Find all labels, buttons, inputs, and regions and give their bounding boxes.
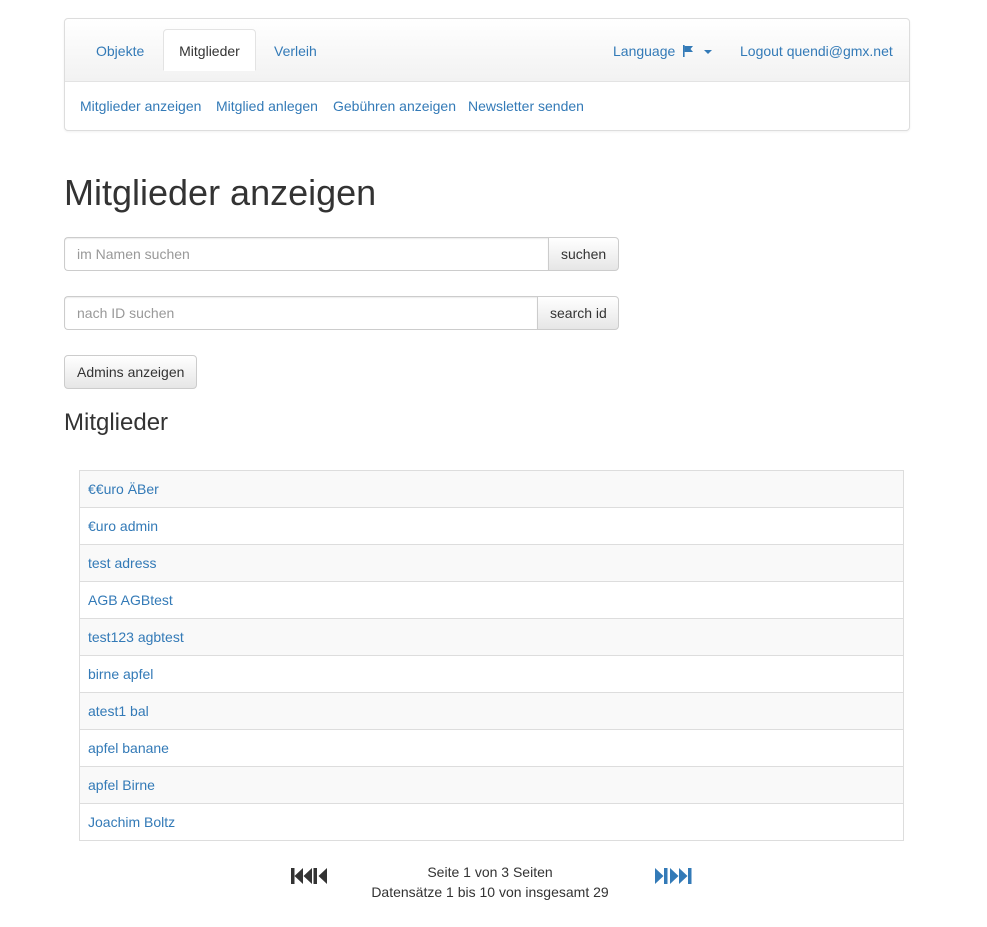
language-dropdown[interactable]: Language <box>613 30 713 72</box>
list-item: €€uro ÄBer <box>80 471 903 507</box>
name-search-input[interactable] <box>64 237 548 271</box>
section-title: Mitglieder <box>64 409 169 436</box>
page-title: Mitglieder anzeigen <box>64 172 377 213</box>
navbar-top: Objekte Mitglieder Verleih Language Logo… <box>65 19 909 82</box>
member-link[interactable]: apfel banane <box>88 740 169 756</box>
member-link[interactable]: AGB AGBtest <box>88 592 173 608</box>
list-item: €uro admin <box>80 507 903 544</box>
member-link[interactable]: test adress <box>88 555 156 571</box>
first-page-icon[interactable] <box>290 864 330 888</box>
subnav: Mitglieder anzeigen Mitglied anlegen Geb… <box>65 81 909 131</box>
admins-button[interactable]: Admins anzeigen <box>64 355 197 389</box>
member-link[interactable]: apfel Birne <box>88 777 155 793</box>
navbar: Objekte Mitglieder Verleih Language Logo… <box>64 18 910 131</box>
list-item: test adress <box>80 544 903 581</box>
subnav-newsletter-senden[interactable]: Newsletter senden <box>468 98 584 114</box>
page-info: Seite 1 von 3 Seiten <box>427 864 553 880</box>
list-item: atest1 bal <box>80 692 903 729</box>
list-item: apfel Birne <box>80 766 903 803</box>
tab-verleih[interactable]: Verleih <box>274 30 317 72</box>
list-item: AGB AGBtest <box>80 581 903 618</box>
member-link[interactable]: Joachim Boltz <box>88 814 175 830</box>
member-link[interactable]: test123 agbtest <box>88 629 184 645</box>
member-link[interactable]: birne apfel <box>88 666 153 682</box>
pagination-info: Seite 1 von 3 Seiten Datensätze 1 bis 10… <box>360 862 620 902</box>
language-label: Language <box>613 43 676 59</box>
name-search-group: suchen <box>64 237 619 271</box>
flag-icon <box>683 45 694 57</box>
list-item: test123 agbtest <box>80 618 903 655</box>
member-link[interactable]: atest1 bal <box>88 703 149 719</box>
id-search-button[interactable]: search id <box>537 296 619 330</box>
tab-mitglieder[interactable]: Mitglieder <box>163 29 256 71</box>
list-item: apfel banane <box>80 729 903 766</box>
id-search-group: search id <box>64 296 619 330</box>
member-link[interactable]: €€uro ÄBer <box>88 481 159 497</box>
subnav-gebuehren-anzeigen[interactable]: Gebühren anzeigen <box>333 98 456 114</box>
member-link[interactable]: €uro admin <box>88 518 158 534</box>
id-search-input[interactable] <box>64 296 537 330</box>
last-page-icon[interactable] <box>653 864 693 888</box>
subnav-mitglieder-anzeigen[interactable]: Mitglieder anzeigen <box>80 98 201 114</box>
logout-link[interactable]: Logout quendi@gmx.net <box>740 30 893 72</box>
tab-objekte[interactable]: Objekte <box>96 30 144 72</box>
member-list: €€uro ÄBer €uro admin test adress AGB AG… <box>79 470 904 841</box>
list-item: birne apfel <box>80 655 903 692</box>
caret-down-icon <box>704 50 713 54</box>
subnav-mitglied-anlegen[interactable]: Mitglied anlegen <box>216 98 318 114</box>
name-search-button[interactable]: suchen <box>548 237 619 271</box>
list-item: Joachim Boltz <box>80 803 903 840</box>
records-info: Datensätze 1 bis 10 von insgesamt 29 <box>371 884 609 900</box>
